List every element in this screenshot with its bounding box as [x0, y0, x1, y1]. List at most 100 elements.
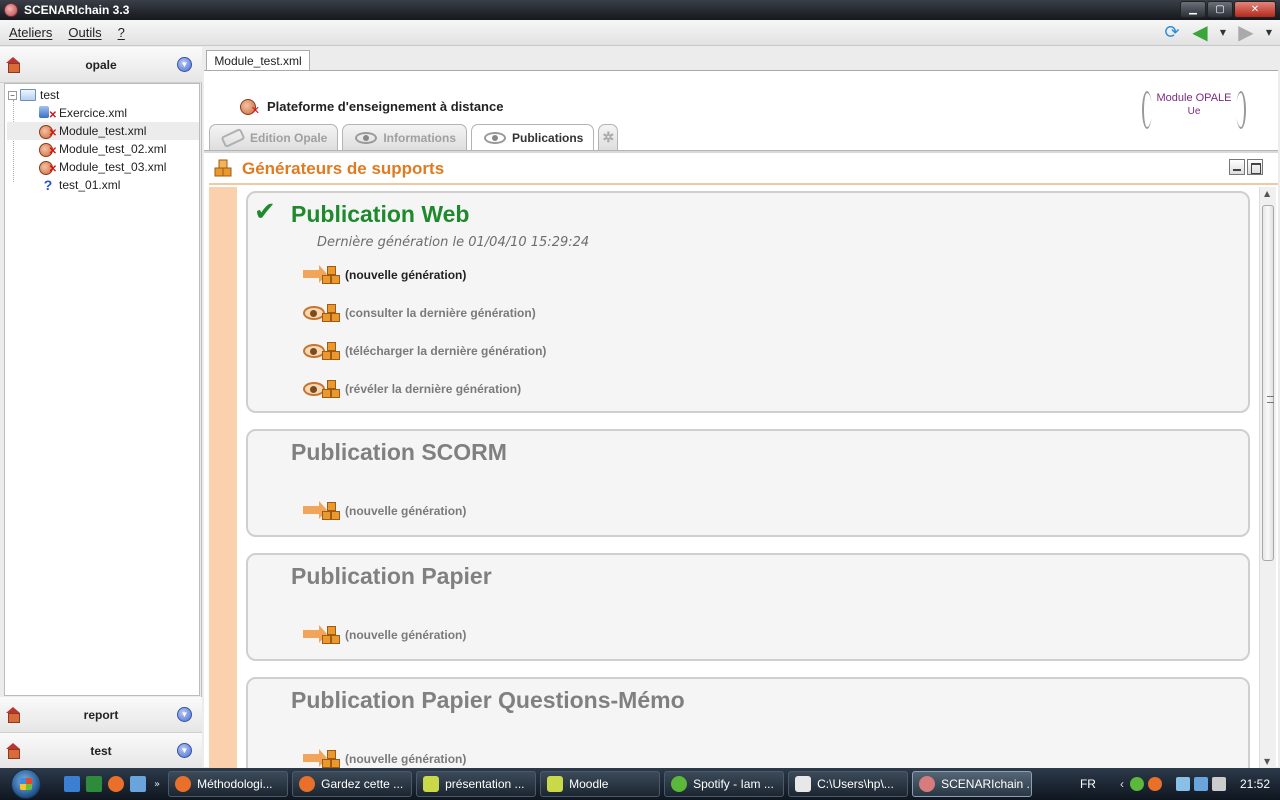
taskbar: » Méthodologi... Gardez cette ... présen…: [0, 768, 1280, 800]
firefox-icon[interactable]: [108, 776, 124, 792]
taskbar-item[interactable]: Gardez cette ...: [292, 771, 413, 797]
new-generation-link[interactable]: (nouvelle génération): [303, 497, 466, 525]
taskbar-item[interactable]: présentation ...: [416, 771, 537, 797]
show-desktop-icon[interactable]: [64, 776, 80, 792]
language-indicator[interactable]: FR: [1080, 777, 1096, 791]
close-button[interactable]: ✕: [1234, 1, 1276, 18]
tray-app-icon[interactable]: [1147, 777, 1162, 791]
workshop-header-test[interactable]: test ▼: [0, 733, 202, 769]
document-icon: [423, 776, 440, 792]
app-icon: [4, 3, 18, 17]
action-label: (nouvelle génération): [345, 268, 467, 282]
taskbar-item-active[interactable]: SCENARIchain ...: [912, 771, 1033, 797]
workshop-name: test: [90, 743, 112, 758]
network-icon[interactable]: [1175, 777, 1190, 791]
menu-outils[interactable]: Outils: [68, 25, 101, 40]
download-last-generation-link[interactable]: (télécharger la dernière génération): [303, 337, 546, 365]
action-label: (consulter la dernière génération): [345, 306, 536, 320]
forward-dropdown-icon[interactable]: ▼: [1264, 23, 1274, 41]
tree-item-label: test_01.xml: [59, 178, 121, 192]
task-label: Méthodologi...: [197, 777, 273, 791]
publication-card-web: ✔ Publication Web Dernière génération le…: [246, 191, 1250, 413]
editor-area: Plateforme d'enseignement à distance Mod…: [204, 70, 1278, 768]
back-dropdown-icon[interactable]: ▼: [1218, 23, 1228, 41]
menu-ateliers[interactable]: Ateliers: [9, 25, 52, 40]
firefox-icon: [175, 776, 192, 792]
pencil-icon: [220, 127, 246, 148]
spotify-tray-icon[interactable]: [1129, 777, 1144, 791]
clock[interactable]: 21:52: [1240, 777, 1270, 791]
scrollbar-thumb[interactable]: [1262, 205, 1274, 561]
publication-card-papier: Publication Papier (nouvelle génération): [246, 553, 1250, 661]
window-title: SCENARIchain 3.3: [24, 3, 130, 17]
task-label: Moodle: [569, 777, 609, 791]
view-last-generation-link[interactable]: (consulter la dernière génération): [303, 299, 536, 327]
scroll-up-icon[interactable]: ▲: [1264, 189, 1270, 198]
tree-item-label: Module_test.xml: [59, 124, 147, 138]
panel-side-strip: [209, 187, 237, 768]
workshop-house-icon: [6, 743, 20, 759]
tab-label: Publications: [512, 130, 584, 145]
chevron-down-icon[interactable]: ▼: [177, 743, 192, 758]
publication-card-papier-questions-memo: Publication Papier Questions-Mémo (nouve…: [246, 677, 1250, 768]
generators-panel-header: Générateurs de supports: [209, 153, 1278, 185]
monitor-icon[interactable]: [1193, 777, 1208, 791]
taskbar-item[interactable]: Spotify - Iam ...: [664, 771, 785, 797]
start-button[interactable]: [0, 768, 52, 800]
generate-icon: [303, 622, 343, 648]
tab-informations[interactable]: Informations: [342, 124, 468, 150]
refresh-icon[interactable]: ⟳: [1162, 22, 1182, 43]
workshop-header-opale[interactable]: opale ▼: [0, 47, 202, 83]
generators-icon: [214, 159, 232, 177]
tree-item[interactable]: Module_test_02.xml: [39, 140, 166, 158]
document-header: Plateforme d'enseignement à distance Mod…: [204, 79, 1278, 129]
tree-folder-test[interactable]: − test: [8, 86, 59, 104]
minimize-button[interactable]: ▁: [1180, 1, 1206, 18]
task-label: présentation ...: [445, 777, 525, 791]
model-badge: Module OPALE Ue: [1142, 89, 1246, 129]
tree-item[interactable]: ? test_01.xml: [39, 176, 121, 194]
tab-publications[interactable]: Publications: [471, 124, 595, 150]
add-tab-icon[interactable]: ✲: [598, 124, 619, 150]
taskbar-item[interactable]: Méthodologi...: [168, 771, 289, 797]
eye-icon: [355, 131, 378, 144]
switch-windows-icon[interactable]: [130, 776, 146, 792]
taskbar-item[interactable]: Moodle: [540, 771, 661, 797]
volume-icon[interactable]: [1211, 777, 1226, 791]
chevron-down-icon[interactable]: ▼: [177, 57, 192, 72]
new-generation-link[interactable]: (nouvelle génération): [303, 745, 466, 768]
reveal-last-generation-link[interactable]: (révéler la dernière génération): [303, 375, 521, 403]
chevron-down-icon[interactable]: ▼: [177, 707, 192, 722]
quick-launch-overflow-icon[interactable]: »: [154, 779, 160, 790]
new-generation-link[interactable]: (nouvelle génération): [303, 261, 466, 289]
terminal-icon[interactable]: [86, 776, 102, 792]
taskbar-item[interactable]: C:\Users\hp\...: [788, 771, 909, 797]
tree-item[interactable]: Exercice.xml: [39, 104, 127, 122]
last-generation-date: Dernière génération le 01/04/10 15:29:24: [317, 235, 590, 250]
panel-maximize-button[interactable]: [1247, 159, 1263, 175]
publication-name: Publication Papier Questions-Mémo: [291, 687, 685, 713]
document-tab[interactable]: Module_test.xml: [206, 50, 310, 71]
scroll-down-icon[interactable]: ▼: [1264, 757, 1270, 766]
vertical-scrollbar[interactable]: ▲ ▼: [1259, 187, 1276, 768]
action-label: (télécharger la dernière génération): [345, 344, 547, 358]
firefox-icon: [299, 776, 316, 792]
maximize-button[interactable]: ▢: [1207, 1, 1233, 18]
menu-help[interactable]: ?: [118, 25, 125, 40]
view-eye-icon: [303, 300, 343, 326]
workshop-header-report[interactable]: report ▼: [0, 697, 202, 733]
publications-list: ✔ Publication Web Dernière génération le…: [237, 187, 1259, 768]
tree-item-selected[interactable]: Module_test.xml: [7, 122, 199, 140]
reveal-eye-icon: [303, 376, 343, 402]
new-generation-link[interactable]: (nouvelle génération): [303, 621, 466, 649]
model-variant: Ue: [1187, 106, 1201, 117]
tab-edition-opale[interactable]: Edition Opale: [209, 124, 339, 150]
panel-minimize-button[interactable]: [1229, 159, 1245, 175]
collapse-icon[interactable]: −: [8, 90, 17, 100]
tree-item-label: test: [40, 88, 60, 102]
action-label: (révéler la dernière génération): [345, 382, 522, 396]
tree-item[interactable]: Module_test_03.xml: [39, 158, 166, 176]
back-arrow-icon[interactable]: ◀: [1190, 20, 1210, 44]
tray-expand-icon[interactable]: ‹: [1120, 777, 1124, 791]
forward-arrow-icon[interactable]: ▶: [1236, 20, 1256, 44]
